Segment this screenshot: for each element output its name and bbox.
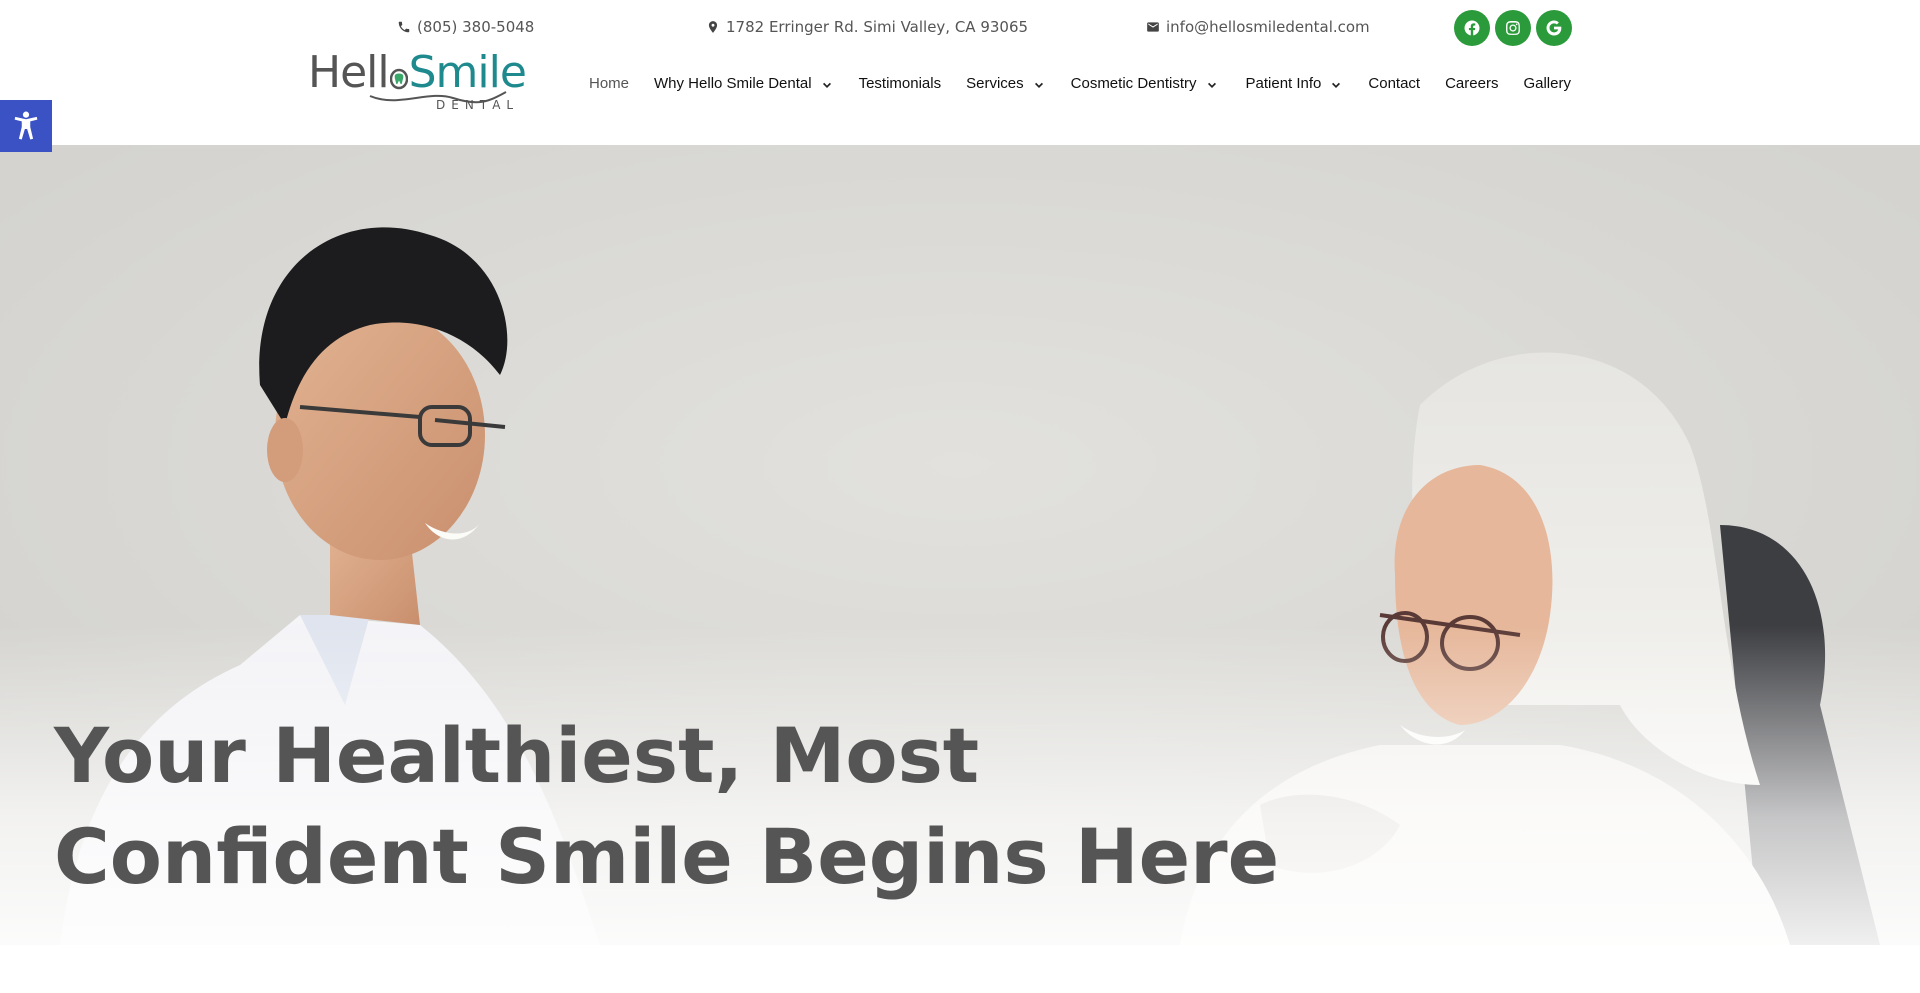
accessibility-button[interactable] — [0, 100, 52, 152]
instagram-button[interactable] — [1495, 10, 1531, 46]
nav-item-label: Contact — [1368, 74, 1421, 92]
nav-item-label: Services — [966, 74, 1024, 92]
top-info-bar: (805) 380-5048 1782 Erringer Rd. Simi Va… — [0, 0, 1920, 52]
accessibility-icon — [14, 111, 38, 140]
envelope-icon — [1147, 22, 1159, 32]
logo-subtitle: DENTAL — [436, 98, 520, 112]
google-icon — [1546, 20, 1562, 36]
nav-item-label: Testimonials — [858, 74, 942, 92]
nav-item-cosmetic-dentistry[interactable]: Cosmetic Dentistry — [1071, 75, 1217, 92]
nav-item-label: Gallery — [1523, 74, 1571, 92]
nav-item-gallery[interactable]: Gallery — [1523, 75, 1571, 92]
hero-title: Your Healthiest, Most Confident Smile Be… — [54, 705, 1280, 907]
nav-item-patient-info[interactable]: Patient Info — [1246, 75, 1342, 92]
nav-item-testimonials[interactable]: Testimonials — [859, 75, 942, 92]
map-marker-icon — [708, 21, 718, 33]
nav-item-why-hello-smile-dental[interactable]: Why Hello Smile Dental — [654, 75, 832, 92]
address-link[interactable]: 1782 Erringer Rd. Simi Valley, CA 93065 — [706, 18, 1028, 36]
chevron-down-icon — [1207, 78, 1217, 88]
facebook-icon — [1464, 20, 1480, 36]
main-nav: Home Why Hello Smile Dental Testimonials… — [589, 72, 1571, 94]
phone-icon — [398, 21, 410, 33]
hero-title-line2: Confident Smile Begins Here — [54, 812, 1280, 901]
address-text: 1782 Erringer Rd. Simi Valley, CA 93065 — [726, 18, 1029, 36]
nav-item-label: Patient Info — [1245, 74, 1322, 92]
email-link[interactable]: info@hellosmiledental.com — [1146, 18, 1370, 36]
hero-section: Your Healthiest, Most Confident Smile Be… — [0, 145, 1920, 945]
nav-item-careers[interactable]: Careers — [1445, 75, 1498, 92]
chevron-down-icon — [1331, 78, 1341, 88]
google-button[interactable] — [1536, 10, 1572, 46]
chevron-down-icon — [822, 78, 832, 88]
chevron-down-icon — [1034, 78, 1044, 88]
hello-smile-logo[interactable]: Hell Smile DENTAL — [308, 48, 527, 114]
nav-item-services[interactable]: Services — [966, 75, 1044, 92]
nav-item-label: Home — [589, 74, 630, 92]
nav-item-home[interactable]: Home — [589, 75, 629, 92]
tooth-icon — [389, 51, 408, 90]
nav-item-label: Careers — [1445, 74, 1499, 92]
instagram-icon — [1506, 21, 1520, 35]
email-text: info@hellosmiledental.com — [1166, 18, 1370, 36]
facebook-button[interactable] — [1454, 10, 1490, 46]
phone-link[interactable]: (805) 380-5048 — [397, 18, 534, 36]
phone-text: (805) 380-5048 — [417, 18, 535, 36]
nav-item-label: Why Hello Smile Dental — [654, 74, 812, 92]
hero-title-line1: Your Healthiest, Most — [54, 711, 980, 800]
nav-item-contact[interactable]: Contact — [1368, 75, 1420, 92]
nav-item-label: Cosmetic Dentistry — [1070, 74, 1197, 92]
